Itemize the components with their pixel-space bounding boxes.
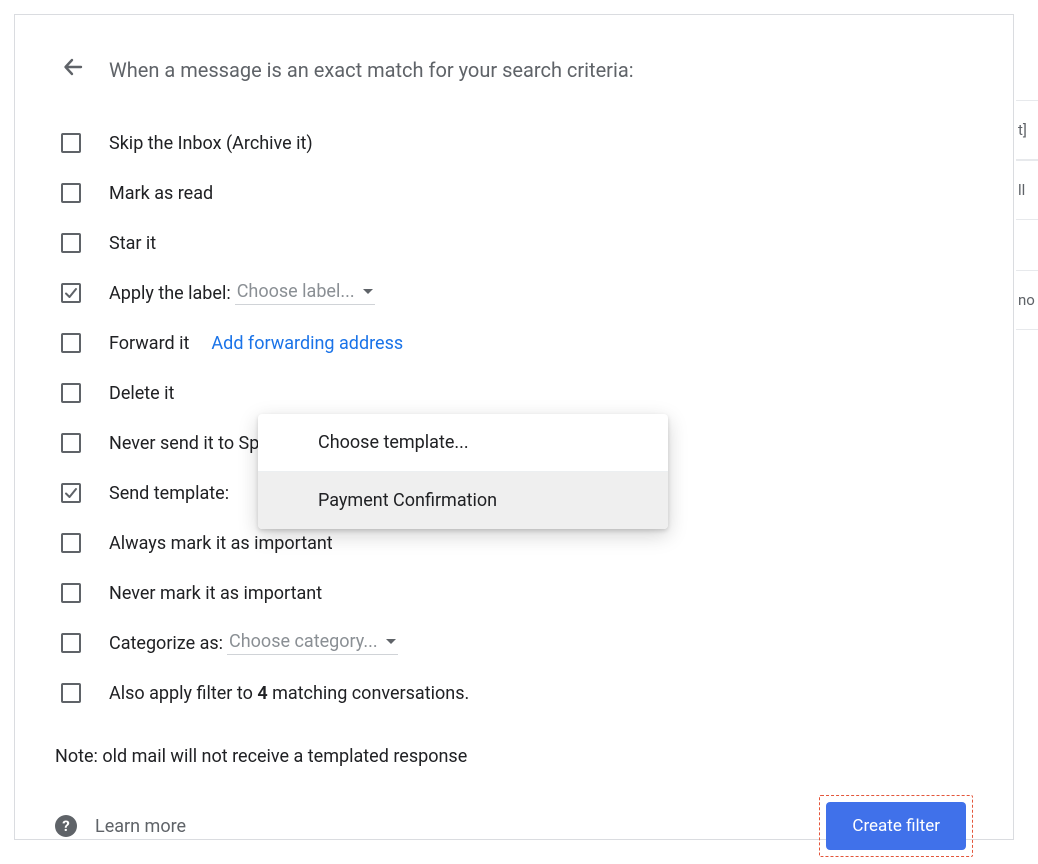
choose-label-text: Choose label... xyxy=(237,281,355,302)
checkbox-delete[interactable] xyxy=(61,383,81,403)
option-apply-label[interactable]: Apply the label: Choose label... xyxy=(61,268,973,318)
caret-down-icon xyxy=(363,289,373,294)
checkbox-never-important[interactable] xyxy=(61,583,81,603)
option-mark-read[interactable]: Mark as read xyxy=(61,168,973,218)
label-star: Star it xyxy=(109,233,156,254)
checkbox-send-template[interactable] xyxy=(61,483,81,503)
label-never-important: Never mark it as important xyxy=(109,583,322,604)
caret-down-icon xyxy=(386,639,396,644)
label-apply-label: Apply the label: xyxy=(109,283,231,304)
option-never-important[interactable]: Never mark it as important xyxy=(61,568,973,618)
choose-category-text: Choose category... xyxy=(229,631,378,652)
choose-label-select[interactable]: Choose label... xyxy=(235,281,375,305)
add-forwarding-address-link[interactable]: Add forwarding address xyxy=(211,333,403,354)
checkbox-apply-label[interactable] xyxy=(61,283,81,303)
option-delete[interactable]: Delete it xyxy=(61,368,973,418)
label-also-apply: Also apply filter to 4 matching conversa… xyxy=(109,683,469,704)
dialog-title: When a message is an exact match for you… xyxy=(109,58,634,82)
template-menu-placeholder[interactable]: Choose template... xyxy=(258,414,668,471)
checkbox-categorize[interactable] xyxy=(61,633,81,653)
option-categorize[interactable]: Categorize as: Choose category... xyxy=(61,618,973,668)
bg-row: no xyxy=(1016,270,1038,330)
checkbox-mark-read[interactable] xyxy=(61,183,81,203)
option-skip-inbox[interactable]: Skip the Inbox (Archive it) xyxy=(61,118,973,168)
checkbox-forward[interactable] xyxy=(61,333,81,353)
label-delete: Delete it xyxy=(109,383,174,404)
option-also-apply[interactable]: Also apply filter to 4 matching conversa… xyxy=(61,668,973,718)
label-always-important: Always mark it as important xyxy=(109,533,333,554)
label-categorize: Categorize as: xyxy=(109,633,223,654)
checkbox-always-important[interactable] xyxy=(61,533,81,553)
label-forward: Forward it xyxy=(109,333,189,354)
background-mail-list: t] ll no xyxy=(1016,100,1038,330)
create-filter-button[interactable]: Create filter xyxy=(826,802,966,850)
bg-row: t] xyxy=(1016,100,1038,160)
choose-category-select[interactable]: Choose category... xyxy=(227,631,398,655)
bg-row: ll xyxy=(1016,160,1038,220)
checkbox-also-apply[interactable] xyxy=(61,683,81,703)
option-star[interactable]: Star it xyxy=(61,218,973,268)
checkbox-star[interactable] xyxy=(61,233,81,253)
template-menu-item[interactable]: Payment Confirmation xyxy=(258,472,668,529)
template-dropdown[interactable]: Choose template... Payment Confirmation xyxy=(258,414,668,529)
label-skip-inbox: Skip the Inbox (Archive it) xyxy=(109,133,313,154)
back-arrow-icon[interactable] xyxy=(61,55,85,84)
checkbox-skip-inbox[interactable] xyxy=(61,133,81,153)
help-icon[interactable]: ? xyxy=(55,815,77,837)
create-filter-highlight: Create filter xyxy=(819,795,973,857)
label-send-template: Send template: xyxy=(109,483,229,504)
checkbox-never-spam[interactable] xyxy=(61,433,81,453)
learn-more-link[interactable]: Learn more xyxy=(95,816,186,837)
label-mark-read: Mark as read xyxy=(109,183,213,204)
option-forward[interactable]: Forward it Add forwarding address xyxy=(61,318,973,368)
note-text: Note: old mail will not receive a templa… xyxy=(55,746,973,767)
